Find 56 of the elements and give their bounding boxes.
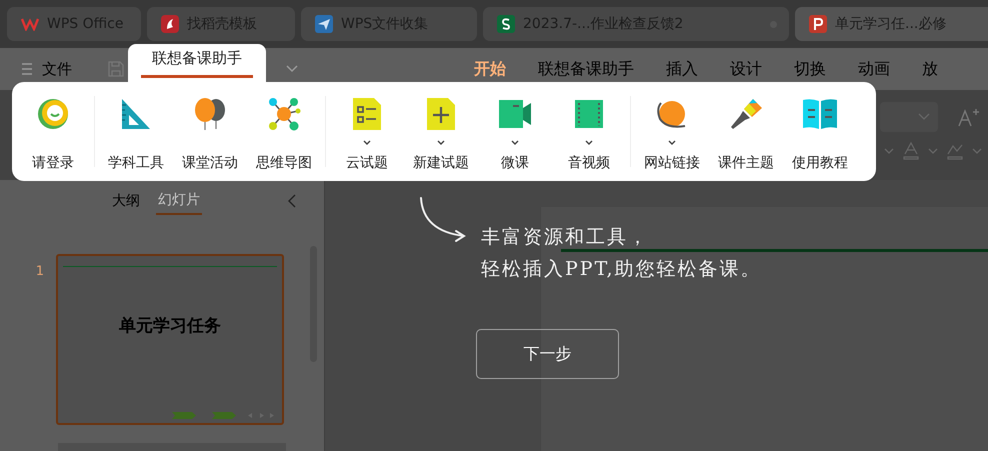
document-tab[interactable]: 单元学习任...必修: [795, 7, 988, 41]
assistant-tool[interactable]: 课件主题: [709, 82, 783, 181]
send-icon: [315, 15, 333, 33]
docer-icon: [161, 15, 179, 33]
assistant-tab[interactable]: 联想备课助手: [128, 44, 266, 82]
slide-title: 单元学习任务: [118, 315, 222, 337]
font-color-icon[interactable]: [902, 142, 920, 160]
balloons-icon: [192, 97, 228, 131]
assistant-tool[interactable]: 思维导图: [247, 82, 321, 181]
chevron-icon[interactable]: [972, 148, 982, 154]
sidebar-tab[interactable]: 大纲: [110, 188, 142, 214]
assistant-tool[interactable]: 新建试题: [404, 82, 478, 181]
collapse-icon[interactable]: [288, 194, 296, 208]
ribbon-tab[interactable]: 联想备课助手: [522, 58, 650, 80]
video-camera-icon: [498, 99, 532, 129]
highlighter-icon[interactable]: [946, 142, 964, 160]
ribbon-tab[interactable]: 插入: [650, 58, 714, 80]
assistant-tool[interactable]: 微课: [478, 82, 552, 181]
ribbon-tab[interactable]: 动画: [842, 58, 906, 80]
ribbon-tab[interactable]: 切换: [778, 58, 842, 80]
logo-icon: [36, 97, 70, 131]
chevron-icon: [918, 113, 930, 121]
assistant-tool[interactable]: 音视频: [552, 82, 626, 181]
open-book-icon: [802, 98, 838, 130]
film-strip-icon: [574, 99, 604, 129]
font-size-dropdown[interactable]: [880, 102, 938, 132]
assistant-tool[interactable]: 使用教程: [783, 82, 857, 181]
slide-thumbnail[interactable]: 单元学习任务: [56, 254, 284, 425]
chevron-icon[interactable]: [928, 148, 938, 154]
presentation-icon: [809, 15, 827, 33]
paint-brush-icon: [729, 97, 763, 131]
add-document-icon: [426, 97, 456, 131]
slide-number: 1: [34, 264, 45, 279]
menu-icon: [22, 63, 32, 75]
assistant-tool[interactable]: 云试题: [330, 82, 404, 181]
chevron-icon[interactable]: [884, 148, 894, 154]
guide-text: 轻松插入PPT,助您轻松备课。: [481, 257, 762, 282]
ribbon-tab[interactable]: 设计: [714, 58, 778, 80]
sidebar-tab[interactable]: 幻灯片: [156, 187, 202, 215]
next-button[interactable]: 下一步: [476, 329, 619, 379]
increase-font-icon[interactable]: [958, 107, 980, 127]
save-icon[interactable]: [108, 61, 124, 77]
checklist-document-icon: [352, 97, 382, 131]
ribbon-tab[interactable]: 开始: [458, 58, 522, 80]
assistant-tool[interactable]: 网站链接: [635, 82, 709, 181]
file-menu[interactable]: 文件: [0, 60, 78, 78]
ribbon-tab[interactable]: 放: [906, 58, 954, 80]
assistant-tool[interactable]: 学科工具: [99, 82, 173, 181]
triangle-ruler-icon: [119, 97, 153, 131]
assistant-tool[interactable]: 请登录: [16, 82, 90, 181]
guide-text: 丰富资源和工具，: [481, 225, 650, 250]
mind-map-icon: [267, 97, 301, 131]
spreadsheet-icon: [497, 15, 515, 33]
wps-logo-icon: [21, 17, 39, 31]
assistant-tool[interactable]: 课堂活动: [173, 82, 247, 181]
chevron-icon[interactable]: [286, 65, 298, 73]
